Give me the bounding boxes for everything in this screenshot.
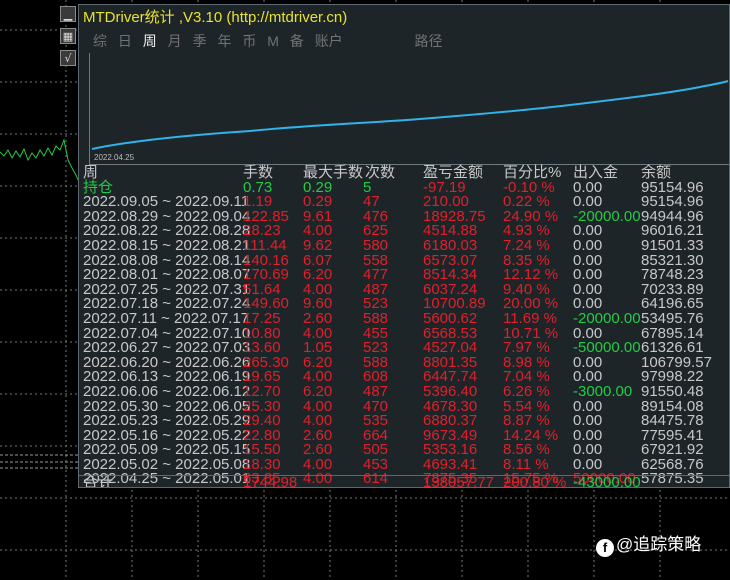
- menu-item-week[interactable]: 周: [143, 33, 157, 49]
- equity-curve-line: [91, 80, 729, 150]
- watermark-text: @追踪策略: [616, 535, 702, 554]
- menu-item-day[interactable]: 日: [118, 33, 132, 49]
- menu-item-month[interactable]: 月: [168, 33, 182, 49]
- period-menu: 综 日 周 月 季 年 币 M 备 账户 路径: [79, 31, 729, 51]
- grid-icon[interactable]: ▦: [60, 28, 76, 44]
- menu-item-notes[interactable]: 备: [290, 33, 304, 49]
- equity-curve-chart: 2022.04.25: [89, 53, 729, 165]
- equity-start-date: 2022.04.25: [94, 153, 135, 162]
- total-pnl: 138057.77: [423, 474, 494, 488]
- minimize-icon[interactable]: ▁: [60, 6, 76, 22]
- menu-item-m[interactable]: M: [267, 33, 279, 49]
- watermark: f @追踪策略: [596, 530, 701, 557]
- total-percent: 200.80 %: [503, 474, 567, 488]
- menu-item-path[interactable]: 路径: [414, 33, 442, 49]
- menu-item-currency[interactable]: 币: [242, 33, 256, 49]
- check-icon[interactable]: √: [60, 50, 76, 66]
- social-logo-icon: f: [596, 539, 614, 557]
- total-lots: 1744.98: [243, 474, 298, 488]
- menu-item-account[interactable]: 账户: [315, 33, 343, 49]
- menu-item-quarter[interactable]: 季: [193, 33, 207, 49]
- chart-side-toolbar: ▁ ▦ √: [58, 6, 78, 72]
- panel-title: MTDriver统计 ,V3.10 (http://mtdriver.cn): [83, 9, 348, 26]
- menu-item-year[interactable]: 年: [217, 33, 231, 49]
- total-deposit: -43000.00: [573, 474, 641, 488]
- mtdriver-stats-panel: MTDriver统计 ,V3.10 (http://mtdriver.cn) 综…: [78, 4, 730, 488]
- total-label: 合计: [83, 474, 114, 488]
- menu-item-overview[interactable]: 综: [93, 33, 107, 49]
